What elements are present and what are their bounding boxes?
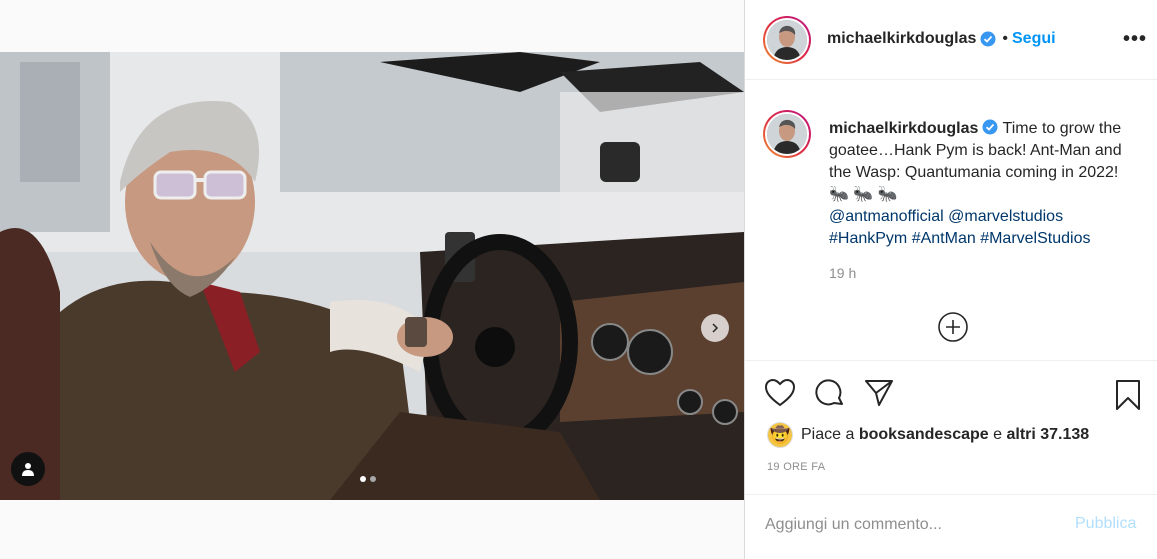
verified-badge-icon xyxy=(982,119,998,135)
plus-circle-icon[interactable] xyxy=(937,311,969,343)
header-row: michaelkirkdouglas • Segui xyxy=(827,30,1056,48)
author-username[interactable]: michaelkirkdouglas xyxy=(827,30,976,48)
follow-button[interactable]: Segui xyxy=(1012,30,1056,48)
send-icon[interactable] xyxy=(864,379,894,407)
liker-avatar[interactable]: 🤠 xyxy=(767,422,793,448)
hashtag-link[interactable]: #HankPym xyxy=(829,230,907,247)
user-tag-icon xyxy=(22,463,34,476)
post-photo[interactable] xyxy=(0,52,744,500)
chevron-right-icon xyxy=(712,323,719,333)
likes-summary: 🤠 Piace a booksandescape e altri 37.138 xyxy=(767,422,1089,448)
more-options-icon[interactable]: ••• xyxy=(1123,28,1147,51)
caption-avatar[interactable] xyxy=(763,110,811,158)
header-separator: • xyxy=(1002,30,1008,47)
caption-timestamp: 19 h xyxy=(829,265,857,281)
hashtag-link[interactable]: #MarvelStudios xyxy=(980,230,1090,247)
author-avatar[interactable] xyxy=(763,16,811,64)
caption-username[interactable]: michaelkirkdouglas xyxy=(829,120,978,137)
next-slide-button[interactable] xyxy=(701,314,729,342)
media-area xyxy=(0,0,744,559)
liker-username[interactable]: booksandescape xyxy=(859,426,989,444)
bookmark-icon[interactable] xyxy=(1115,379,1141,411)
comment-input[interactable] xyxy=(765,513,1065,537)
likes-others[interactable]: altri 37.138 xyxy=(1006,426,1089,444)
post-header: michaelkirkdouglas • Segui ••• xyxy=(745,0,1157,80)
comment-icon[interactable] xyxy=(815,379,845,409)
user-tag-button[interactable] xyxy=(11,452,45,486)
comment-bar: Pubblica xyxy=(745,494,1157,559)
carousel-dot-active xyxy=(360,476,366,482)
hashtag-link[interactable]: #AntMan xyxy=(912,230,976,247)
instagram-post-view: michaelkirkdouglas • Segui ••• michaelki… xyxy=(0,0,1157,559)
verified-badge-icon xyxy=(980,31,996,47)
post-caption: michaelkirkdouglas Time to grow the goat… xyxy=(829,118,1129,250)
carousel-dots xyxy=(360,476,376,482)
publish-button[interactable]: Pubblica xyxy=(1075,515,1136,533)
post-side-panel: michaelkirkdouglas • Segui ••• michaelki… xyxy=(744,0,1157,559)
likes-prefix: Piace a xyxy=(801,426,855,443)
likes-conj: e xyxy=(993,426,1003,443)
mention-link[interactable]: @antmanofficial xyxy=(829,208,944,225)
mention-link[interactable]: @marvelstudios xyxy=(948,208,1063,225)
heart-icon[interactable] xyxy=(765,379,795,407)
post-timestamp[interactable]: 19 ORE FA xyxy=(767,461,825,473)
action-bar xyxy=(745,360,1157,420)
carousel-dot xyxy=(370,476,376,482)
